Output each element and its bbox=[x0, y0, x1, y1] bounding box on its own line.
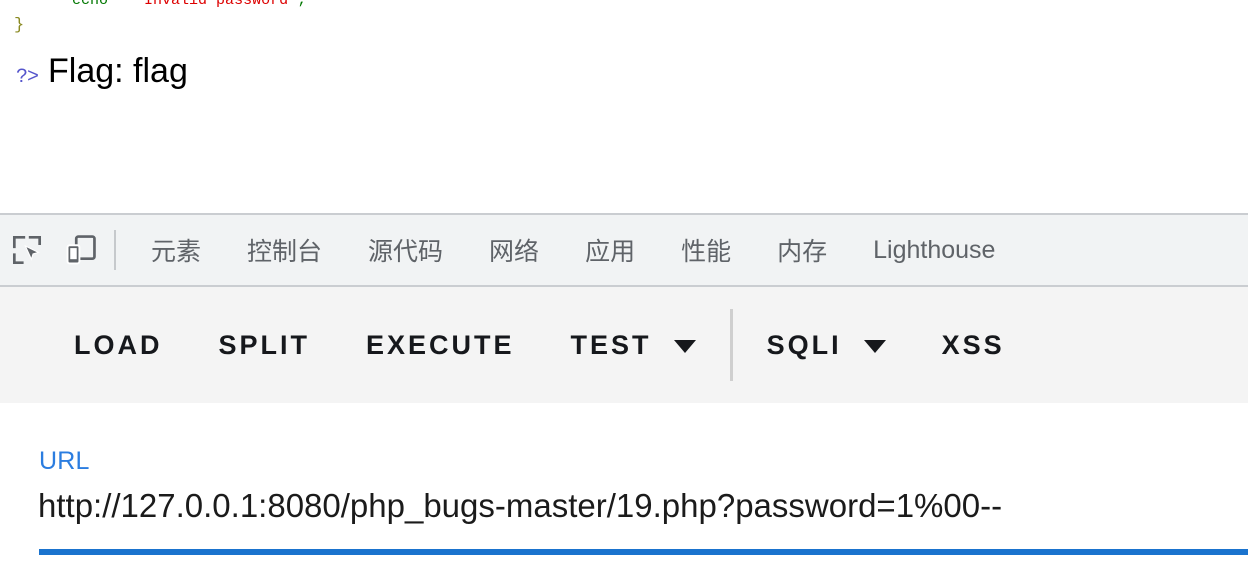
url-text-field[interactable]: URL http://127.0.0.1:8080/php_bugs-maste… bbox=[0, 403, 1248, 564]
toolbar-divider bbox=[729, 309, 733, 381]
url-field-focus-underline bbox=[39, 549, 1248, 555]
tab-console[interactable]: 控制台 bbox=[224, 232, 345, 268]
sqli-button-label: SQLI bbox=[766, 329, 842, 360]
php-close-tag: ?> bbox=[16, 66, 39, 89]
clipped-code-line: echo "Invalid password"; bbox=[0, 0, 1248, 13]
xss-button-label: XSS bbox=[941, 329, 1005, 360]
tab-application[interactable]: 应用 bbox=[562, 232, 658, 268]
tab-network[interactable]: 网络 bbox=[466, 232, 562, 268]
tab-memory[interactable]: 内存 bbox=[754, 232, 850, 268]
test-button-label: TEST bbox=[570, 329, 652, 360]
url-field-label: URL bbox=[39, 447, 90, 475]
tab-lighthouse[interactable]: Lighthouse bbox=[850, 236, 1018, 265]
chevron-down-icon bbox=[673, 340, 696, 353]
device-toolbar-icon[interactable] bbox=[54, 223, 108, 277]
tab-performance[interactable]: 性能 bbox=[658, 232, 754, 268]
code-keyword-echo: echo bbox=[72, 0, 109, 9]
code-string-literal: "Invalid password" bbox=[135, 0, 298, 9]
test-dropdown-button[interactable]: TEST bbox=[543, 330, 724, 361]
action-toolbar: LOAD SPLIT EXECUTE TEST SQLI XSS bbox=[0, 287, 1248, 403]
devtools-icon-divider bbox=[114, 230, 116, 270]
xss-button[interactable]: XSS bbox=[914, 330, 1033, 361]
tab-elements[interactable]: 元素 bbox=[128, 232, 224, 268]
code-closing-brace: } bbox=[14, 16, 25, 35]
execute-button[interactable]: EXECUTE bbox=[338, 330, 543, 361]
load-button[interactable]: LOAD bbox=[0, 330, 191, 361]
tab-sources[interactable]: 源代码 bbox=[345, 232, 466, 268]
inspect-element-icon[interactable] bbox=[0, 223, 54, 277]
execute-button-label: EXECUTE bbox=[366, 329, 515, 360]
code-semicolon: ; bbox=[297, 0, 307, 9]
split-button[interactable]: SPLIT bbox=[191, 330, 339, 361]
split-button-label: SPLIT bbox=[218, 329, 311, 360]
flag-value-text: Flag: flag bbox=[48, 52, 188, 90]
sqli-dropdown-button[interactable]: SQLI bbox=[739, 330, 914, 361]
php-page-output: echo "Invalid password"; } ?> Flag: flag bbox=[0, 0, 1248, 213]
code-spacer bbox=[108, 0, 135, 9]
load-button-label: LOAD bbox=[74, 329, 163, 360]
flag-output-line: ?> Flag: flag bbox=[16, 52, 188, 91]
devtools-tab-bar: 元素 控制台 源代码 网络 应用 性能 内存 Lighthouse bbox=[0, 213, 1248, 287]
url-input[interactable]: http://127.0.0.1:8080/php_bugs-master/19… bbox=[38, 487, 1248, 525]
chevron-down-icon bbox=[863, 340, 886, 353]
